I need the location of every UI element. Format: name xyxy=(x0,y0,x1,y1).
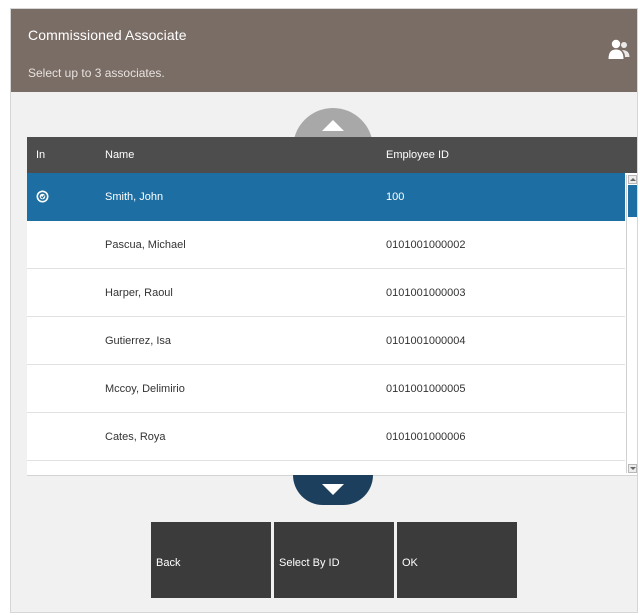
back-button[interactable]: Back xyxy=(151,522,271,598)
table-header: In Name Employee ID xyxy=(27,137,637,173)
associate-name: Pascua, Michael xyxy=(105,239,186,251)
employee-id: 0101001000006 xyxy=(386,431,466,443)
associates-table: In Name Employee ID Smith, John 100 Pasc… xyxy=(27,137,637,476)
chevron-up-icon xyxy=(322,120,344,131)
selected-check-icon xyxy=(36,190,49,203)
chevron-down-icon xyxy=(322,484,344,495)
associate-name: Harper, Raoul xyxy=(105,287,173,299)
associates-icon xyxy=(608,39,630,59)
associate-name: Mccoy, Delimirio xyxy=(105,383,185,395)
employee-id: 0101001000003 xyxy=(386,287,466,299)
column-header-in: In xyxy=(36,149,46,161)
employee-id: 100 xyxy=(386,191,405,203)
dialog-subtitle: Select up to 3 associates. xyxy=(28,66,165,80)
table-row[interactable]: Pascua, Michael 0101001000002 xyxy=(27,221,625,269)
dialog-header: Commissioned Associate Select up to 3 as… xyxy=(11,9,637,92)
employee-id: 0101001000002 xyxy=(386,239,466,251)
employee-id: 0101001000005 xyxy=(386,383,466,395)
ok-button[interactable]: OK xyxy=(397,522,517,598)
select-by-id-button[interactable]: Select By ID xyxy=(274,522,394,598)
table-scrollbar[interactable] xyxy=(626,175,637,473)
table-row[interactable]: Harper, Raoul 0101001000003 xyxy=(27,269,625,317)
table-body: Smith, John 100 Pascua, Michael 01010010… xyxy=(27,173,625,461)
scrollbar-thumb[interactable] xyxy=(628,185,637,217)
associate-name: Smith, John xyxy=(105,191,164,203)
employee-id: 0101001000004 xyxy=(386,335,466,347)
table-row[interactable]: Mccoy, Delimirio 0101001000005 xyxy=(27,365,625,413)
dialog-frame: Commissioned Associate Select up to 3 as… xyxy=(10,8,638,613)
scrollbar-up-arrow-icon[interactable] xyxy=(628,175,637,184)
associate-name: Cates, Roya xyxy=(105,431,166,443)
column-header-employee-id: Employee ID xyxy=(386,149,449,161)
dialog-title: Commissioned Associate xyxy=(28,27,187,43)
column-header-name: Name xyxy=(105,149,135,161)
table-row[interactable]: Gutierrez, Isa 0101001000004 xyxy=(27,317,625,365)
table-row[interactable]: Cates, Roya 0101001000006 xyxy=(27,413,625,461)
scrollbar-down-arrow-icon[interactable] xyxy=(628,464,637,473)
table-row[interactable]: Smith, John 100 xyxy=(27,173,625,221)
scroll-down-button[interactable] xyxy=(293,475,373,505)
associate-name: Gutierrez, Isa xyxy=(105,335,172,347)
